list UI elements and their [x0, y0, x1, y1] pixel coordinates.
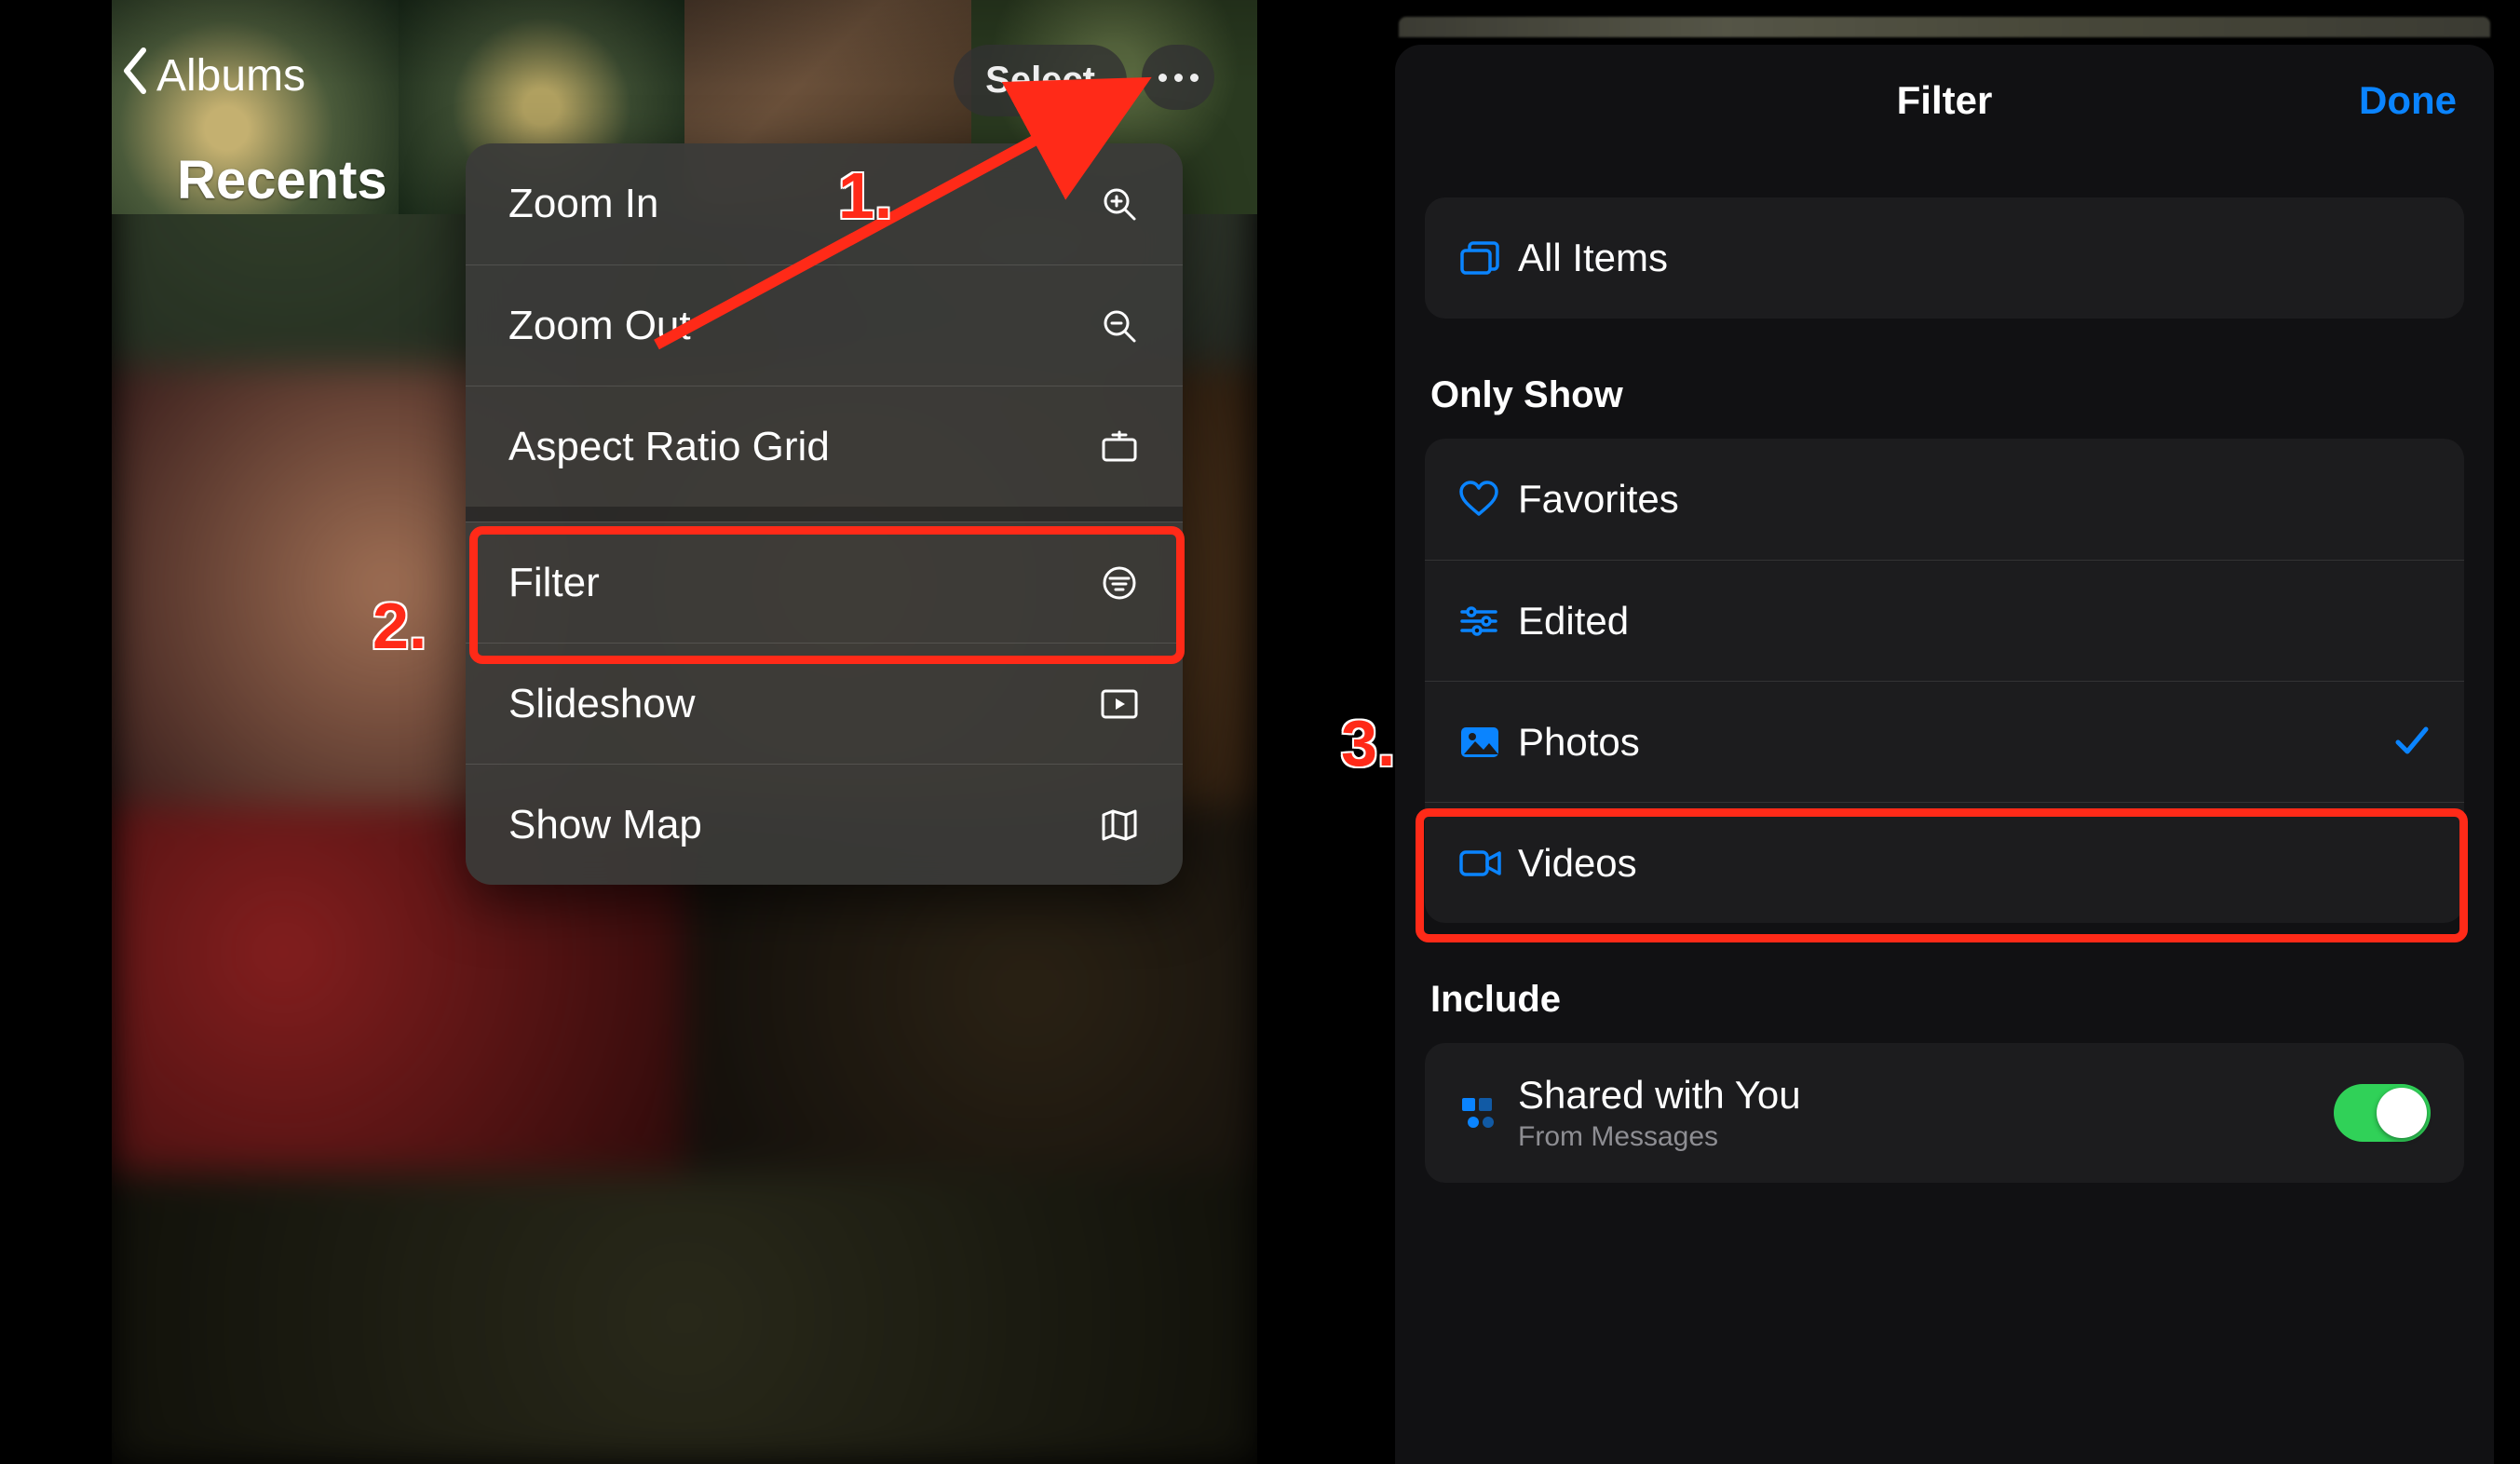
menu-item-label: Zoom In — [508, 181, 658, 227]
filter-sheet: Filter Done All Items Only — [1395, 45, 2494, 1464]
group-only-show: Favorites Edited — [1425, 439, 2464, 923]
sheet-title: Filter — [1897, 78, 1993, 123]
context-menu: Zoom In Zoom Out Aspect — [466, 143, 1183, 885]
row-all-items[interactable]: All Items — [1425, 197, 2464, 319]
row-favorites[interactable]: Favorites — [1425, 439, 2464, 560]
sliders-icon — [1458, 604, 1518, 638]
row-photos[interactable]: Photos — [1425, 681, 2464, 802]
map-icon — [1099, 807, 1140, 843]
row-label: Videos — [1518, 841, 2431, 886]
menu-item-label: Filter — [508, 560, 600, 606]
done-button[interactable]: Done — [2359, 45, 2457, 156]
annotation-number-1: 1. — [838, 158, 892, 233]
group-all-items: All Items — [1425, 197, 2464, 319]
video-icon — [1458, 847, 1518, 879]
sheet-header: Filter Done — [1395, 45, 2494, 156]
heart-icon — [1458, 481, 1518, 518]
row-label: Photos — [1518, 720, 2393, 765]
zoom-out-icon — [1099, 307, 1140, 345]
right-phone-screenshot: Filter Done All Items Only — [1369, 0, 2520, 1464]
stack-icon — [1458, 238, 1518, 278]
page-title: Recents — [177, 149, 387, 211]
row-label: All Items — [1518, 236, 2431, 280]
photo-icon — [1458, 725, 1518, 760]
menu-item-zoom-in[interactable]: Zoom In — [466, 143, 1183, 264]
menu-item-label: Show Map — [508, 802, 702, 848]
back-label: Albums — [156, 50, 305, 102]
more-button[interactable] — [1142, 45, 1214, 110]
section-header-include: Include — [1430, 979, 2464, 1021]
row-edited[interactable]: Edited — [1425, 560, 2464, 681]
section-header-only-show: Only Show — [1430, 374, 2464, 416]
menu-item-filter[interactable]: Filter — [466, 522, 1183, 643]
menu-item-aspect-ratio[interactable]: Aspect Ratio Grid — [466, 386, 1183, 507]
back-button[interactable]: Albums — [112, 47, 305, 104]
ellipsis-icon — [1155, 74, 1202, 82]
chevron-left-icon — [121, 47, 149, 104]
annotation-number-3: 3. — [1341, 706, 1395, 780]
menu-item-show-map[interactable]: Show Map — [466, 764, 1183, 885]
checkmark-icon — [2393, 717, 2431, 767]
left-phone-screenshot: Albums Recents Select Zoom In Zoom Ou — [112, 0, 1257, 1464]
filter-icon — [1099, 564, 1140, 602]
row-shared-with-you[interactable]: Shared with You From Messages — [1425, 1043, 2464, 1183]
shared-with-you-toggle[interactable] — [2334, 1084, 2431, 1142]
menu-item-label: Slideshow — [508, 681, 696, 727]
row-label: Shared with You — [1518, 1073, 2334, 1118]
row-label: Edited — [1518, 599, 2431, 644]
row-videos[interactable]: Videos — [1425, 802, 2464, 923]
menu-item-label: Aspect Ratio Grid — [508, 424, 830, 470]
menu-item-label: Zoom Out — [508, 303, 691, 349]
menu-item-zoom-out[interactable]: Zoom Out — [466, 264, 1183, 386]
zoom-in-icon — [1099, 185, 1140, 223]
group-include: Shared with You From Messages — [1425, 1043, 2464, 1183]
slideshow-icon — [1099, 687, 1140, 721]
menu-item-slideshow[interactable]: Slideshow — [466, 643, 1183, 764]
row-label: Favorites — [1518, 477, 2431, 522]
background-thumb-strip — [1399, 17, 2490, 37]
annotation-number-2: 2. — [373, 589, 427, 663]
aspect-ratio-icon — [1099, 428, 1140, 466]
select-button[interactable]: Select — [954, 45, 1127, 116]
row-sublabel: From Messages — [1518, 1121, 2334, 1153]
shared-with-you-icon — [1458, 1094, 1518, 1132]
